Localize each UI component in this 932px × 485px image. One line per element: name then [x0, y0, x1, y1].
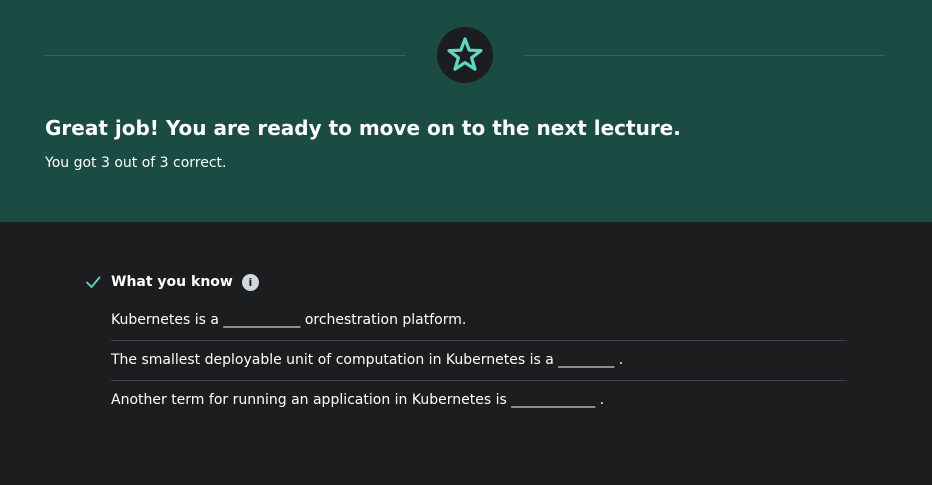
- what-you-know-header: What you know i: [84, 271, 259, 293]
- question-item: Kubernetes is a ___________ orchestratio…: [111, 301, 847, 341]
- question-item: Another term for running an application …: [111, 392, 605, 408]
- star-icon: [447, 37, 483, 71]
- section-title: What you know: [111, 274, 233, 290]
- results-banner: Great job! You are ready to move on to t…: [0, 0, 932, 222]
- result-headline: Great job! You are ready to move on to t…: [45, 116, 681, 140]
- score-text: You got 3 out of 3 correct.: [45, 155, 227, 171]
- question-list: Kubernetes is a ___________ orchestratio…: [111, 301, 847, 420]
- check-icon: [84, 273, 102, 291]
- divider-right: [524, 55, 885, 56]
- divider-left: [45, 55, 406, 56]
- info-icon[interactable]: i: [241, 273, 259, 291]
- star-badge: [437, 27, 493, 83]
- question-item: The smallest deployable unit of computat…: [111, 341, 847, 381]
